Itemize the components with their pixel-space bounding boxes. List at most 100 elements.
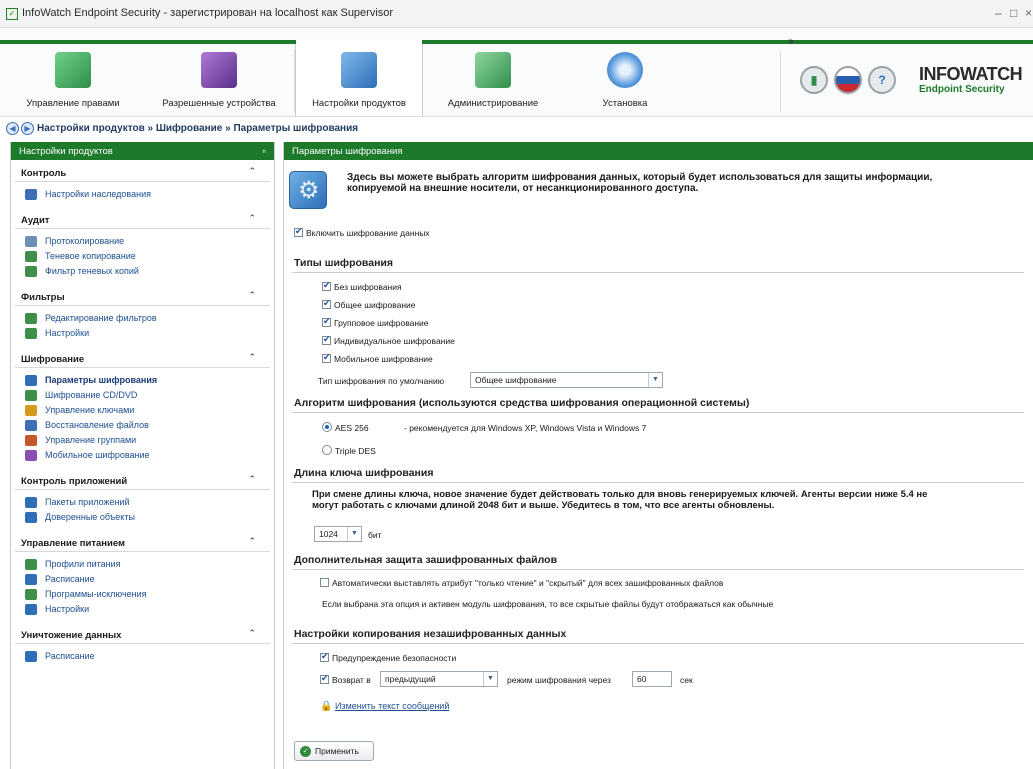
enable-encryption-checkbox[interactable]: Включить шифрование данных <box>294 226 430 238</box>
chevron-down-icon: ▼ <box>648 373 662 387</box>
back-button[interactable]: ◀ <box>6 122 19 135</box>
sidebar-section[interactable]: Управление питанием ⌃ <box>15 530 270 552</box>
collapse-icon[interactable]: ⌃ <box>248 213 256 224</box>
divider <box>292 569 1024 570</box>
product-settings-icon <box>341 52 377 88</box>
sidebar-section[interactable]: Аудит ⌃ <box>15 207 270 229</box>
sidebar-item[interactable]: Управление группами <box>25 433 274 448</box>
window-titlebar: ✓ InfoWatch Endpoint Security - зарегист… <box>0 0 1033 28</box>
sidebar-item[interactable]: Протоколирование <box>25 234 274 249</box>
sidebar-section[interactable]: Шифрование ⌃ <box>15 346 270 368</box>
sidebar-item[interactable]: Профили питания <box>25 557 274 572</box>
sidebar-header: Настройки продуктов ₙ <box>11 142 274 160</box>
sidebar-item[interactable]: Настройки <box>25 326 274 341</box>
collapse-icon[interactable]: ⌃ <box>248 290 256 301</box>
sidebar-item[interactable]: Пакеты приложений <box>25 495 274 510</box>
tab-rights-management[interactable]: Управление правами <box>8 44 138 116</box>
usb-device-icon <box>201 52 237 88</box>
checkbox-box[interactable] <box>294 226 303 237</box>
default-type-label: Тип шифрования по умолчанию <box>318 376 445 386</box>
key-unit: бит <box>368 530 382 540</box>
close-button[interactable]: × <box>1025 6 1032 20</box>
help-icon[interactable]: ? <box>868 66 896 94</box>
ribbon-separator <box>780 50 781 112</box>
default-type-select[interactable]: Общее шифрование ▼ <box>470 372 663 388</box>
algo-aes-radio[interactable]: AES 256 <box>322 422 369 433</box>
return-mode-checkbox[interactable]: Возврат в <box>320 673 371 685</box>
language-flag-icon[interactable] <box>834 66 862 94</box>
sidebar-section[interactable]: Уничтожение данных ⌃ <box>15 622 270 644</box>
breadcrumb: Настройки продуктов » Шифрование » Парам… <box>37 123 359 134</box>
sidebar-item[interactable]: Фильтр теневых копий <box>25 264 274 279</box>
encryption-params-icon <box>25 375 37 386</box>
tab-product-settings[interactable]: Настройки продуктов <box>295 40 423 116</box>
sidebar-item[interactable]: Шифрование CD/DVD <box>25 388 274 403</box>
collapse-icon[interactable]: ⌃ <box>248 474 256 485</box>
change-message-link[interactable]: 🔒 Изменить текст сообщений <box>320 701 449 712</box>
trusted-objects-icon <box>25 512 37 523</box>
sidebar-item[interactable]: Расписание <box>25 572 274 587</box>
chevron-down-icon: ▼ <box>483 672 497 686</box>
sidebar-item[interactable]: Настройки наследования <box>25 187 274 202</box>
algo-3des-radio[interactable]: Triple DES <box>322 445 376 456</box>
sidebar-item[interactable]: Мобильное шифрование <box>25 448 274 463</box>
sidebar-section[interactable]: Контроль ⌃ <box>15 160 270 182</box>
minimize-button[interactable]: – <box>995 6 1002 20</box>
exit-icon[interactable]: ▮ <box>800 66 828 94</box>
window-title: InfoWatch Endpoint Security - зарегистри… <box>22 7 394 19</box>
breadcrumb-bar: ◀ ▶ Настройки продуктов » Шифрование » П… <box>0 116 1033 140</box>
encryption-settings-icon <box>289 171 327 209</box>
readonly-hidden-checkbox[interactable]: Автоматически выставлять атрибут "только… <box>320 578 723 588</box>
sidebar-item[interactable]: Настройки <box>25 602 274 617</box>
sidebar-item[interactable]: Управление ключами <box>25 403 274 418</box>
collapse-icon[interactable]: ⌃ <box>248 628 256 639</box>
type-mobile-checkbox[interactable]: Мобильное шифрование <box>322 352 433 364</box>
tab-administration[interactable]: Администрирование <box>432 44 554 116</box>
pin-icon[interactable]: ₙ <box>262 145 266 156</box>
type-common-checkbox[interactable]: Общее шифрование <box>322 298 416 310</box>
shadow-copy-icon <box>25 251 37 262</box>
settings-icon <box>25 328 37 339</box>
power-profile-icon <box>25 559 37 570</box>
maximize-button[interactable]: □ <box>1010 6 1017 20</box>
sidebar-item[interactable]: Теневое копирование <box>25 249 274 264</box>
collapse-icon[interactable]: ⌃ <box>248 536 256 547</box>
key-length-select[interactable]: 1024 ▼ <box>314 526 362 542</box>
content-header: Параметры шифрования <box>284 142 1033 160</box>
exception-programs-icon <box>25 589 37 600</box>
more-tabs-button[interactable]: » <box>788 36 794 47</box>
collapse-icon[interactable]: ⌃ <box>248 352 256 363</box>
main-content: Параметры шифрования Здесь вы можете выб… <box>283 142 1033 769</box>
log-icon <box>25 236 37 247</box>
sidebar-section[interactable]: Контроль приложений ⌃ <box>15 468 270 490</box>
administration-icon <box>475 52 511 88</box>
sidebar-section[interactable]: Фильтры ⌃ <box>15 284 270 306</box>
sidebar-item[interactable]: Программы-исключения <box>25 587 274 602</box>
return-mode-select[interactable]: предыдущий ▼ <box>380 671 498 687</box>
tab-allowed-devices[interactable]: Разрешенные устройства <box>148 44 290 116</box>
lock-icon: 🔒 <box>320 701 333 712</box>
apply-button[interactable]: ✓ Применить <box>294 741 374 761</box>
settings-icon <box>25 604 37 615</box>
return-seconds-input[interactable]: 60 <box>632 671 672 687</box>
sidebar-item[interactable]: Редактирование фильтров <box>25 311 274 326</box>
brand-logo: INFOWATCH <box>919 64 1023 84</box>
intro-text: Здесь вы можете выбрать алгоритм шифрова… <box>347 172 933 194</box>
forward-button[interactable]: ▶ <box>21 122 34 135</box>
security-warning-checkbox[interactable]: Предупреждение безопасности <box>320 651 456 663</box>
type-none-checkbox[interactable]: Без шифрования <box>322 280 402 292</box>
key-length-header: Длина ключа шифрования <box>294 467 434 479</box>
return-after-label: режим шифрования через <box>507 675 611 685</box>
sidebar-item[interactable]: Восстановление файлов <box>25 418 274 433</box>
tab-install[interactable]: Установка <box>570 44 680 116</box>
aes-note: - рекомендуется для Windows XP, Windows … <box>404 423 647 433</box>
sidebar-item[interactable]: Расписание <box>25 649 274 664</box>
chevron-down-icon: ▼ <box>347 527 361 541</box>
type-individual-checkbox[interactable]: Индивидуальное шифрование <box>322 334 455 346</box>
shadow-filter-icon <box>25 266 37 277</box>
sidebar-item[interactable]: Доверенные объекты <box>25 510 274 525</box>
sidebar-item-encryption-params[interactable]: Параметры шифрования <box>25 373 274 388</box>
type-group-checkbox[interactable]: Групповое шифрование <box>322 316 429 328</box>
collapse-icon[interactable]: ⌃ <box>248 166 256 177</box>
divider <box>292 272 1024 273</box>
